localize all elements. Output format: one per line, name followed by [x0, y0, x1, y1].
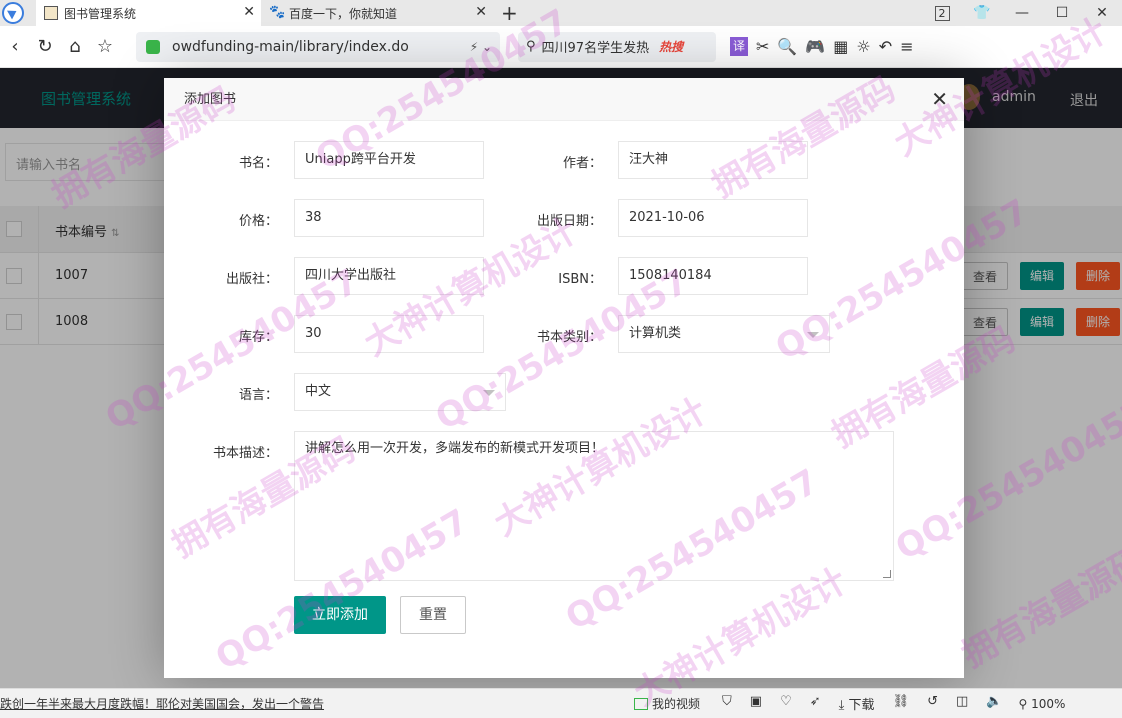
link-icon[interactable]: ⛓ — [893, 694, 910, 713]
language-value: 中文 — [305, 384, 332, 399]
secure-shield-icon — [146, 39, 160, 54]
speaker-icon[interactable]: 🔈 — [986, 694, 1002, 713]
pub-date-label: 出版日期： — [536, 214, 602, 229]
add-book-dialog: 添加图书 ✕ 书名： Uniapp跨平台开发 作者： 汪大神 价格： 38 出版… — [164, 78, 964, 678]
minimize-icon[interactable]: — — [1002, 5, 1042, 21]
close-window-icon[interactable]: ✕ — [1082, 5, 1122, 21]
brightness-icon[interactable]: ☼ — [856, 37, 870, 56]
resize-handle-icon[interactable] — [883, 570, 891, 578]
back-icon[interactable]: ‹ — [0, 36, 30, 57]
category-value: 计算机类 — [629, 326, 682, 341]
close-tab-icon[interactable]: ✕ — [475, 4, 487, 20]
undo-icon[interactable]: ↶ — [879, 37, 892, 56]
my-video-button[interactable]: 我的视频 — [634, 695, 700, 712]
tab-title: 图书管理系统 — [64, 6, 137, 21]
url-text: owdfunding-main/library/index.do — [172, 38, 409, 55]
star-icon[interactable]: ☆ — [90, 36, 120, 57]
description-textarea[interactable]: 讲解怎么用一次开发，多端发布的新模式开发项目！ — [294, 431, 894, 581]
search-text: 四川97名学生发热 — [541, 41, 650, 56]
url-field[interactable]: owdfunding-main/library/index.do ⚡ ⌄ — [136, 31, 500, 62]
zoom-level[interactable]: ⚲ 100% — [1018, 697, 1065, 711]
close-icon[interactable]: ✕ — [931, 78, 948, 121]
tab-count: 2 — [934, 6, 950, 21]
submit-button[interactable]: 立即添加 — [294, 596, 386, 634]
price-label: 价格： — [238, 214, 278, 229]
my-video-label: 我的视频 — [652, 697, 701, 711]
dialog-header: 添加图书 ✕ — [164, 78, 964, 121]
author-field[interactable]: 汪大神 — [618, 141, 808, 179]
address-bar: ‹ ↻ ⌂ ☆ owdfunding-main/library/index.do… — [0, 26, 1122, 68]
heart-icon[interactable]: ♡ — [780, 694, 792, 713]
name-label: 书名： — [238, 156, 278, 171]
refresh-cycle-icon[interactable]: ↺ — [927, 694, 938, 713]
maximize-icon[interactable]: ☐ — [1042, 5, 1082, 21]
shield-icon[interactable]: ⛉ — [722, 694, 732, 713]
search-box[interactable]: ⚲ 四川97名学生发热 热搜 — [518, 31, 716, 62]
refresh-icon[interactable]: ↻ — [30, 36, 60, 57]
menu-icon[interactable]: ≡ — [900, 37, 913, 56]
grid-apps-icon[interactable]: ▦ — [833, 37, 848, 56]
home-icon[interactable]: ⌂ — [60, 36, 90, 57]
news-ticker-link[interactable]: 跌创一年半来最大月度跌幅！耶伦对美国国会，发出一个警告 — [0, 695, 324, 712]
shirt-skin-icon[interactable]: 👕 — [962, 5, 1002, 21]
browser-tab-bar: 图书管理系统 ✕ 🐾 百度一下，你就知道 ✕ + 2 👕 — ☐ ✕ — [0, 0, 1122, 26]
chevron-down-icon — [483, 390, 495, 396]
publisher-label: 出版社： — [225, 272, 278, 287]
reset-button[interactable]: 重置 — [400, 596, 466, 634]
language-select[interactable]: 中文 — [294, 373, 506, 411]
download-label: 下载 — [848, 698, 875, 713]
image-icon[interactable]: ▣ — [750, 694, 762, 713]
gamepad-icon[interactable]: 🎮 — [805, 37, 825, 56]
language-label: 语言： — [238, 388, 278, 403]
book-favicon-icon — [44, 6, 58, 20]
translate-icon[interactable]: 译 — [730, 37, 749, 56]
new-tab-button[interactable]: + — [501, 1, 518, 25]
video-play-icon — [634, 697, 649, 710]
price-field[interactable]: 38 — [294, 199, 484, 237]
rocket-icon[interactable]: ➶ — [810, 694, 821, 713]
window-icon[interactable]: ◫ — [956, 694, 968, 713]
magnifier-icon[interactable]: 🔍 — [777, 37, 797, 56]
category-label: 书本类别： — [536, 330, 602, 345]
isbn-field[interactable]: 1508140184 — [618, 257, 808, 295]
publisher-field[interactable]: 四川大学出版社 — [294, 257, 484, 295]
name-field[interactable]: Uniapp跨平台开发 — [294, 141, 484, 179]
zoom-value: 100% — [1031, 696, 1066, 711]
scissors-icon[interactable]: ✂ — [756, 37, 769, 56]
tab-library[interactable]: 图书管理系统 ✕ — [36, 0, 261, 26]
chevron-down-icon — [807, 332, 819, 338]
tab-count-icon[interactable]: 2 — [922, 5, 962, 21]
category-select[interactable]: 计算机类 — [618, 315, 830, 353]
description-label: 书本描述： — [212, 446, 278, 461]
qr-lightning-dropdown-icon[interactable]: ⚡ ⌄ — [470, 40, 492, 54]
tab-title: 百度一下，你就知道 — [289, 6, 398, 21]
author-label: 作者： — [562, 156, 602, 171]
hot-search-badge[interactable]: 热搜 — [659, 38, 683, 55]
download-button[interactable]: ⤓ 下载 — [839, 694, 875, 713]
dialog-title: 添加图书 — [184, 92, 237, 107]
isbn-label: ISBN： — [558, 272, 602, 287]
browser-status-bar: 跌创一年半来最大月度跌幅！耶伦对美国国会，发出一个警告 我的视频 ⛉ ▣ ♡ ➶… — [0, 688, 1122, 718]
description-text: 讲解怎么用一次开发，多端发布的新模式开发项目！ — [305, 441, 605, 456]
tab-baidu[interactable]: 🐾 百度一下，你就知道 ✕ — [261, 0, 493, 26]
browser-logo-icon[interactable] — [2, 2, 24, 24]
search-icon: ⚲ — [526, 39, 536, 54]
stock-label: 库存： — [238, 330, 278, 345]
stock-field[interactable]: 30 — [294, 315, 484, 353]
pub-date-field[interactable]: 2021-10-06 — [618, 199, 808, 237]
baidu-paw-icon: 🐾 — [269, 5, 286, 20]
close-tab-icon[interactable]: ✕ — [243, 4, 255, 20]
